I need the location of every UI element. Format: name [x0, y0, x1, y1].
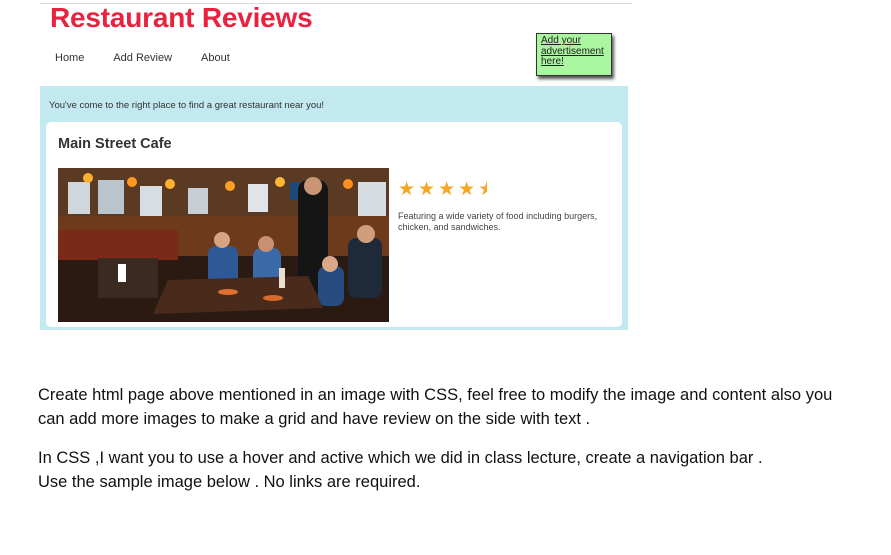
star-icon: ★ [438, 179, 459, 200]
instruction-paragraph-2: In CSS ,I want you to use a hover and ac… [38, 449, 763, 467]
star-icon: ★ [398, 179, 419, 200]
assignment-instructions: Create html page above mentioned in an i… [38, 383, 858, 509]
ad-line-3[interactable]: here! [541, 56, 611, 68]
restaurant-card: Main Street Cafe ★★★★ Featuring a wide v… [46, 122, 622, 327]
main-content-panel: You've come to the right place to find a… [40, 86, 628, 330]
nav-item-about[interactable]: About [201, 52, 230, 64]
rating-stars: ★★★★★ [398, 178, 487, 201]
instruction-paragraph-1: Create html page above mentioned in an i… [38, 386, 833, 428]
tagline: You've come to the right place to find a… [49, 100, 325, 111]
site-title: Restaurant Reviews [50, 2, 313, 33]
star-icon: ★ [458, 179, 479, 200]
navigation-bar: Home Add Review About [55, 52, 259, 64]
instruction-paragraph-3: Use the sample image below . No links ar… [38, 473, 421, 491]
nav-item-add-review[interactable]: Add Review [113, 52, 172, 64]
restaurant-photo [58, 168, 389, 322]
star-icon: ★ [418, 179, 439, 200]
ad-line-1[interactable]: Add your [541, 35, 611, 47]
restaurant-description: Featuring a wide variety of food includi… [398, 211, 598, 232]
advertisement-box[interactable]: Add your advertisement here! [536, 33, 612, 76]
restaurant-name: Main Street Cafe [58, 136, 172, 152]
nav-item-home[interactable]: Home [55, 52, 84, 64]
half-star-icon: ★ [478, 178, 487, 201]
